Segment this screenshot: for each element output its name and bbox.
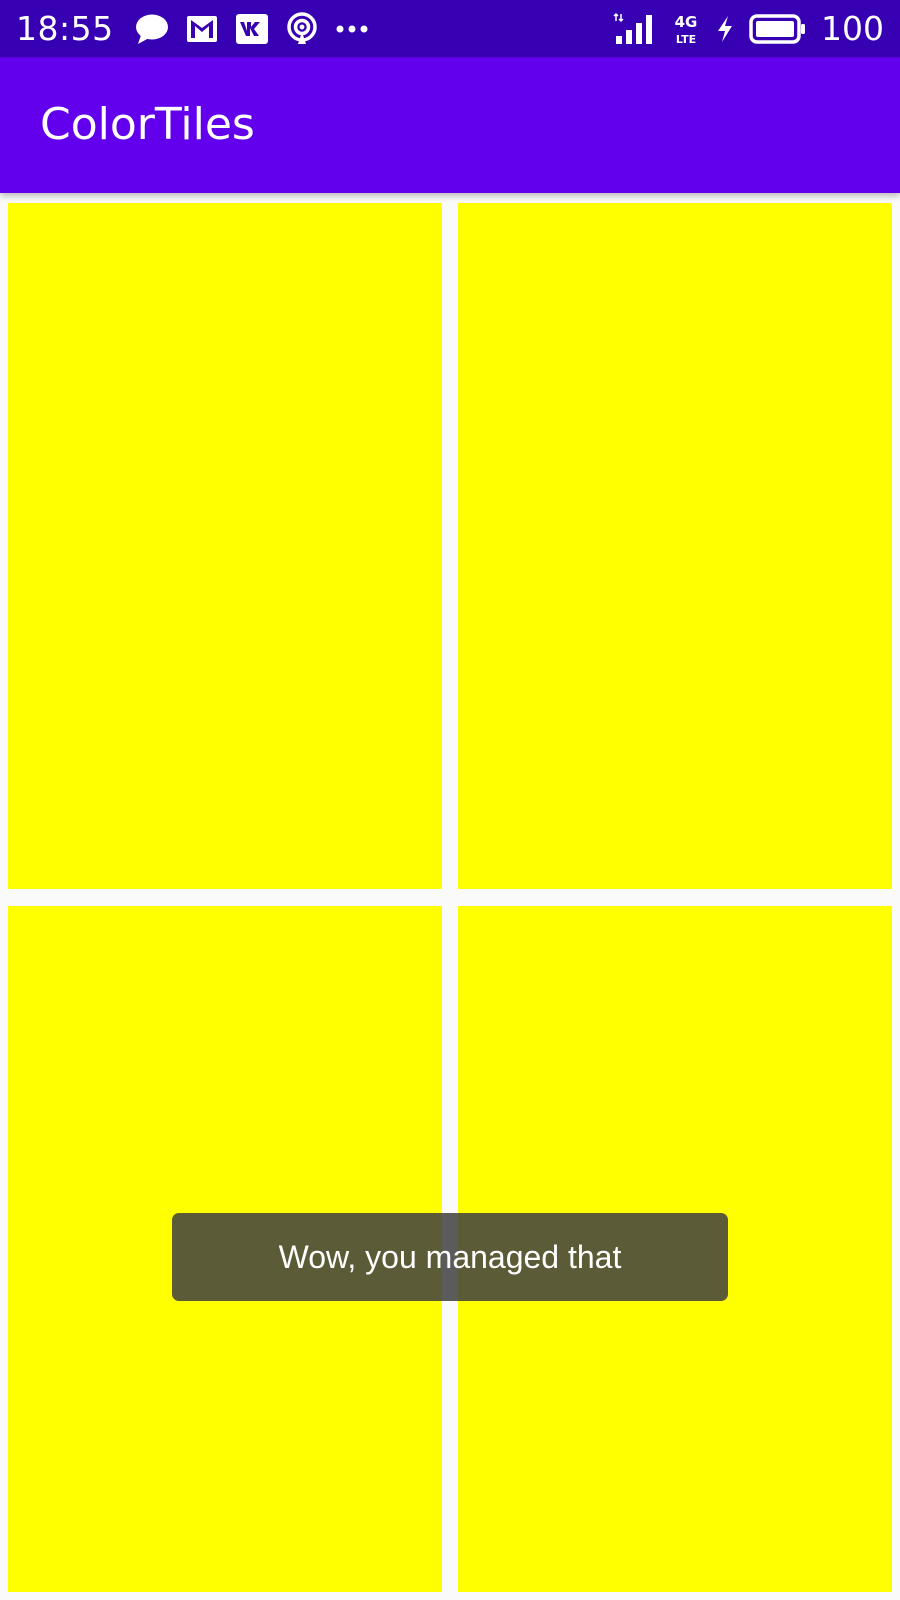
signal-icon — [613, 11, 657, 47]
vk-icon — [234, 11, 270, 47]
status-bar: 18:55 4G LTE 100 — [0, 0, 900, 57]
chat-bubble-icon — [134, 11, 170, 47]
battery-icon — [749, 11, 807, 47]
toast-text: Wow, you managed that — [278, 1238, 622, 1275]
svg-text:LTE: LTE — [676, 33, 696, 46]
charging-icon — [715, 11, 735, 47]
svg-text:4G: 4G — [675, 13, 698, 31]
gmail-icon — [184, 11, 220, 47]
status-right: 4G LTE 100 — [613, 9, 884, 48]
app-bar: ColorTiles — [0, 57, 900, 193]
more-icon — [334, 11, 370, 47]
status-time: 18:55 — [16, 9, 114, 48]
network-type-icon: 4G LTE — [671, 11, 701, 47]
toast-message: Wow, you managed that — [172, 1213, 728, 1301]
color-tile-2[interactable] — [458, 203, 892, 889]
broadcast-icon — [284, 11, 320, 47]
app-title: ColorTiles — [40, 99, 255, 150]
status-left: 18:55 — [16, 9, 370, 48]
battery-level: 100 — [821, 9, 884, 48]
color-tile-1[interactable] — [8, 203, 442, 889]
